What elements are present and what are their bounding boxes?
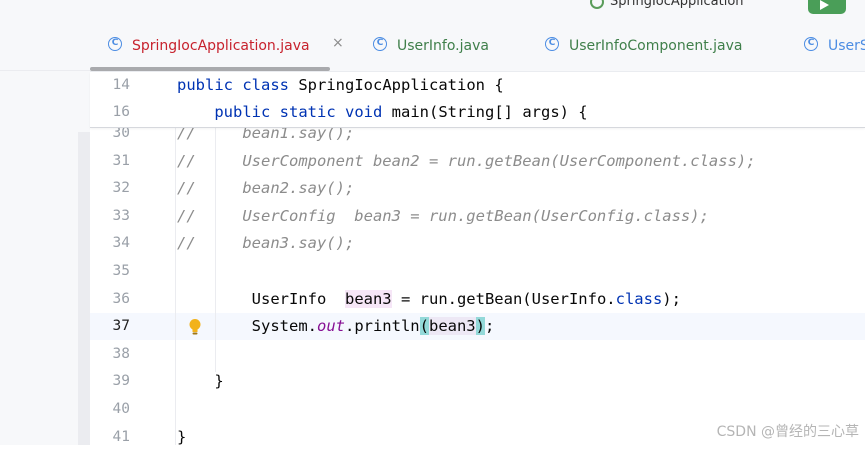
divider bbox=[0, 70, 90, 71]
line-number: 40 bbox=[112, 401, 130, 417]
line-number: 41 bbox=[112, 428, 130, 445]
code-line[interactable]: 33 // UserConfig bean3 = run.getBean(User… bbox=[90, 203, 865, 230]
code-token: class bbox=[242, 76, 290, 94]
code-line[interactable]: 37 System.out.println(bean3); bbox=[90, 313, 865, 341]
code-token: // UserComponent bean2 = run.getBean(Use… bbox=[177, 151, 756, 170]
code-token: UserInfo bbox=[177, 289, 345, 308]
code-text: // bean2.say(); bbox=[177, 175, 354, 202]
java-class-icon: C bbox=[373, 37, 387, 51]
top-toolbar: SpringIocApplication bbox=[0, 0, 865, 20]
code-text: // bean3.say(); bbox=[177, 230, 354, 257]
code-line[interactable]: 35 bbox=[90, 258, 865, 285]
tab-users[interactable]: C UserS bbox=[804, 20, 865, 71]
code-line[interactable]: 39 } bbox=[90, 368, 865, 395]
line-number: 32 bbox=[112, 180, 130, 197]
line-number: 39 bbox=[112, 373, 130, 390]
code-line[interactable]: 36 UserInfo bean3 = run.getBean(UserInfo… bbox=[90, 286, 865, 313]
tab-userinfocomponent[interactable]: C UserInfoComponent.java bbox=[545, 20, 765, 71]
code-line[interactable]: 38 bbox=[90, 341, 865, 368]
code-token: void bbox=[345, 103, 383, 121]
code-token: // bean3.say(); bbox=[177, 234, 355, 253]
code-token: ; bbox=[485, 317, 495, 336]
code-token: bean3 bbox=[428, 317, 476, 336]
line-number: 36 bbox=[112, 290, 130, 307]
code-text: UserInfo bean3 = run.getBean(UserInfo.cl… bbox=[177, 286, 681, 313]
sticky-code-line[interactable]: 16 public static void main(String[] args… bbox=[90, 99, 865, 126]
code-text: // UserConfig bean3 = run.getBean(UserCo… bbox=[177, 203, 709, 230]
tab-label: UserS bbox=[828, 38, 865, 54]
code-token: } bbox=[177, 427, 187, 446]
code-token: public bbox=[214, 103, 271, 121]
left-tool-strip bbox=[0, 20, 90, 445]
tab-userinfo[interactable]: C UserInfo.java bbox=[373, 20, 513, 71]
code-token: public bbox=[177, 76, 233, 94]
line-number: 33 bbox=[112, 207, 130, 224]
line-number: 16 bbox=[112, 104, 130, 120]
play-icon bbox=[820, 0, 829, 10]
run-config-icon bbox=[590, 0, 604, 9]
code-line[interactable]: 31 // UserComponent bean2 = run.getBean(U… bbox=[90, 148, 865, 175]
code-token: bean3 bbox=[344, 289, 392, 308]
code-token: System. bbox=[177, 317, 317, 336]
code-token: main(String[] args) { bbox=[382, 103, 588, 121]
line-number: 38 bbox=[112, 345, 130, 362]
code-token: ) bbox=[475, 317, 485, 336]
sticky-scroll-header[interactable]: 14 public class SpringIocApplication {16 … bbox=[90, 72, 865, 128]
code-text: public static void main(String[] args) { bbox=[177, 99, 588, 126]
code-text: // UserComponent bean2 = run.getBean(Use… bbox=[177, 148, 756, 175]
code-token: out bbox=[316, 317, 345, 336]
tab-springiocapplication[interactable]: C SpringIocApplication.java × bbox=[108, 20, 358, 71]
java-class-icon: C bbox=[804, 37, 818, 51]
code-token: ( bbox=[419, 317, 429, 336]
line-number: 31 bbox=[112, 152, 130, 169]
java-class-icon: C bbox=[545, 37, 559, 51]
tab-label: SpringIocApplication.java bbox=[132, 38, 310, 54]
sticky-code-line[interactable]: 14 public class SpringIocApplication { bbox=[90, 72, 865, 99]
line-number: 34 bbox=[112, 235, 130, 252]
editor-tab-bar: C SpringIocApplication.java × C UserInfo… bbox=[90, 20, 865, 72]
tab-label: UserInfoComponent.java bbox=[569, 38, 743, 54]
code-token: class bbox=[615, 289, 663, 308]
tab-scroll-indicator[interactable] bbox=[90, 67, 330, 71]
code-text: } bbox=[177, 368, 224, 395]
line-number: 14 bbox=[112, 77, 130, 93]
close-icon[interactable]: × bbox=[332, 35, 344, 51]
code-line[interactable]: 32 // bean2.say(); bbox=[90, 175, 865, 202]
java-class-icon: C bbox=[108, 37, 122, 51]
code-token: .println bbox=[344, 317, 420, 336]
code-line[interactable]: 40 bbox=[90, 396, 865, 423]
run-button[interactable] bbox=[808, 0, 846, 14]
left-scrollbar[interactable] bbox=[78, 132, 90, 445]
code-token: // bean2.say(); bbox=[177, 179, 355, 198]
indent-guide bbox=[175, 127, 176, 445]
run-config-label: SpringIocApplication bbox=[610, 0, 744, 9]
watermark: CSDN @曾经的三心草 bbox=[716, 424, 859, 440]
line-number: 35 bbox=[112, 263, 130, 279]
tab-label: UserInfo.java bbox=[397, 38, 489, 54]
code-token: static bbox=[279, 103, 336, 121]
code-token: = run.getBean(UserInfo. bbox=[391, 289, 616, 308]
code-line[interactable]: 34 // bean3.say(); bbox=[90, 230, 865, 257]
code-text: public class SpringIocApplication { bbox=[177, 72, 504, 99]
indent-guide bbox=[215, 127, 216, 372]
code-text: } bbox=[177, 424, 186, 451]
run-configuration-selector[interactable]: SpringIocApplication bbox=[590, 0, 744, 9]
code-token: ); bbox=[662, 289, 681, 308]
code-text: System.out.println(bean3); bbox=[177, 313, 494, 340]
code-token: } bbox=[177, 372, 224, 391]
code-token: // UserConfig bean3 = run.getBean(UserCo… bbox=[177, 206, 709, 225]
line-number: 37 bbox=[112, 318, 130, 335]
code-token: SpringIocApplication { bbox=[289, 76, 504, 94]
